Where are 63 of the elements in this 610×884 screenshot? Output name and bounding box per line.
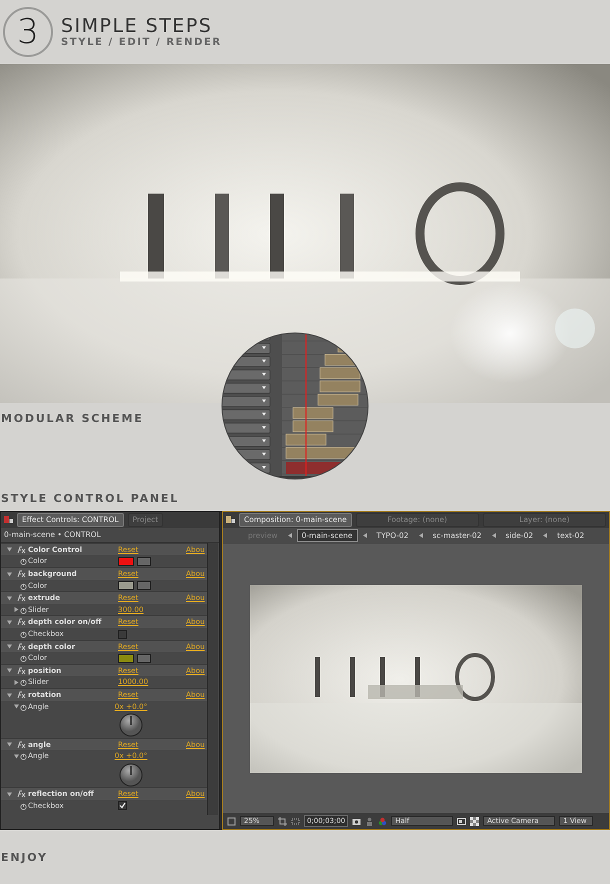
stopwatch-icon[interactable]	[20, 631, 27, 638]
color-swatch[interactable]	[118, 556, 134, 566]
page-subtitle: STYLE / EDIT / RENDER	[61, 36, 222, 48]
fx-icon	[17, 546, 26, 554]
crop-icon[interactable]	[278, 816, 287, 826]
section-heading: STYLE CONTROL PANEL	[0, 492, 180, 505]
camera-icon[interactable]	[352, 816, 362, 826]
stopwatch-icon[interactable]	[20, 753, 27, 760]
twirl-arrow[interactable]	[7, 692, 12, 698]
color-swatch[interactable]	[118, 654, 134, 663]
color-channels-icon[interactable]	[378, 816, 388, 826]
mask-icon[interactable]	[291, 816, 300, 826]
eyedropper-button[interactable]	[137, 581, 151, 590]
section-heading: ENJOY	[0, 850, 48, 864]
arrow-icon	[543, 533, 548, 538]
fx-icon	[17, 740, 26, 749]
twirl-arrow[interactable]	[14, 680, 19, 685]
twirl-arrow[interactable]	[7, 596, 12, 601]
arrow-icon	[288, 533, 292, 538]
arrow-icon	[362, 533, 367, 538]
fx-icon	[17, 642, 26, 651]
fx-icon	[17, 594, 26, 602]
lock-icon[interactable]	[4, 515, 13, 524]
fx-icon	[17, 570, 26, 578]
twirl-arrow[interactable]	[14, 754, 19, 759]
twirl-arrow[interactable]	[14, 607, 19, 612]
person-icon[interactable]	[365, 816, 374, 826]
twirl-arrow[interactable]	[7, 620, 12, 625]
region-icon[interactable]	[227, 816, 236, 826]
fx-icon	[17, 691, 26, 699]
stopwatch-icon[interactable]	[20, 655, 27, 662]
checkbox[interactable]	[118, 801, 127, 810]
fx-icon	[17, 618, 26, 626]
angle-knob[interactable]	[119, 713, 143, 738]
scrollbar[interactable]	[207, 542, 218, 816]
twirl-arrow[interactable]	[7, 572, 12, 577]
angle-knob[interactable]	[119, 762, 143, 787]
lock-icon[interactable]	[226, 515, 235, 524]
transparency-grid-icon[interactable]	[470, 816, 480, 826]
eyedropper-button[interactable]	[137, 556, 151, 566]
step-number: 3	[3, 6, 53, 57]
eyedropper-button[interactable]	[137, 654, 151, 663]
stopwatch-icon[interactable]	[20, 802, 27, 810]
stopwatch-icon[interactable]	[20, 704, 27, 711]
checkbox[interactable]	[118, 630, 127, 639]
page-title: SIMPLE STEPS	[61, 16, 214, 37]
stopwatch-icon[interactable]	[20, 558, 27, 566]
twirl-arrow[interactable]	[7, 668, 12, 674]
twirl-arrow[interactable]	[14, 704, 19, 710]
fx-icon	[17, 666, 26, 675]
stopwatch-icon[interactable]	[20, 606, 27, 614]
stopwatch-icon[interactable]	[20, 582, 27, 590]
twirl-arrow[interactable]	[7, 742, 12, 748]
twirl-arrow[interactable]	[7, 792, 12, 797]
stopwatch-icon[interactable]	[20, 679, 27, 686]
arrow-icon	[492, 533, 496, 538]
twirl-arrow[interactable]	[7, 547, 12, 552]
color-swatch[interactable]	[118, 581, 134, 590]
fx-icon	[17, 790, 26, 798]
twirl-arrow[interactable]	[7, 644, 12, 650]
section-heading: MODULAR SCHEME	[0, 412, 144, 425]
fast-preview-icon[interactable]	[457, 816, 466, 826]
arrow-icon	[418, 533, 423, 538]
